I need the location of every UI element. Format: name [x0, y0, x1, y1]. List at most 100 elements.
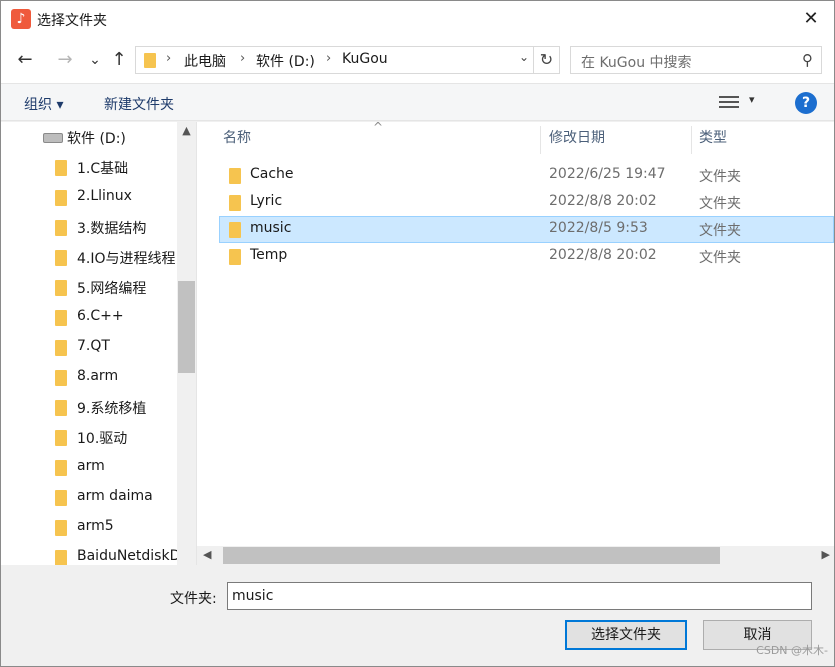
sidebar-item-label: 5.网络编程 [77, 281, 147, 297]
folder-icon [55, 430, 67, 446]
file-type: 文件夹 [699, 250, 741, 266]
column-header-date[interactable]: 修改日期 [549, 122, 605, 154]
sidebar-item-folder[interactable]: 2.Llinux [1, 183, 179, 213]
address-bar[interactable]: › 此电脑 › 软件 (D:) › KuGou ⌄ ↻ [135, 46, 560, 74]
window-title: 选择文件夹 [37, 13, 107, 29]
file-list: ^ 名称 修改日期 类型 Cache 2022/6/25 19:47 文件夹 L… [197, 120, 834, 565]
sidebar-item-label: arm5 [77, 518, 114, 534]
title-bar: ♪ 选择文件夹 ✕ [1, 1, 834, 37]
drive-icon [43, 133, 63, 143]
sidebar-item-folder[interactable]: 10.驱动 [1, 423, 179, 453]
scroll-right-icon[interactable]: ▶ [822, 548, 830, 561]
sidebar-item-folder[interactable]: 8.arm [1, 363, 179, 393]
file-type: 文件夹 [699, 196, 741, 212]
sidebar-item-folder[interactable]: BaiduNetdiskDownload [1, 543, 179, 565]
list-horizontal-scrollbar[interactable]: ◀ ▶ [197, 546, 834, 565]
refresh-icon[interactable]: ↻ [533, 47, 559, 73]
view-dropdown-icon[interactable]: ▾ [749, 93, 755, 106]
sidebar-item-drive[interactable]: 软件 (D:) [1, 123, 179, 153]
sidebar-item-label: 3.数据结构 [77, 221, 147, 237]
sidebar-item-folder[interactable]: 1.C基础 [1, 153, 179, 183]
navigation-bar: ← → ⌄ ↑ › 此电脑 › 软件 (D:) › KuGou ⌄ ↻ 在 Ku… [1, 37, 834, 83]
column-header-type[interactable]: 类型 [699, 122, 727, 154]
sidebar-item-folder[interactable]: 6.C++ [1, 303, 179, 333]
folder-icon [55, 490, 67, 506]
folder-icon [55, 550, 67, 565]
sidebar-scrollbar[interactable]: ▲ [177, 122, 196, 565]
sidebar-item-label: arm [77, 458, 105, 474]
select-folder-button[interactable]: 选择文件夹 [565, 620, 687, 650]
view-options-icon[interactable] [719, 93, 739, 111]
search-icon[interactable]: ⚲ [802, 51, 813, 69]
sidebar-item-label: 7.QT [77, 338, 110, 354]
sidebar-item-label: arm daima [77, 488, 153, 504]
folder-icon [55, 250, 67, 266]
file-dialog: ♪ 选择文件夹 ✕ ← → ⌄ ↑ › 此电脑 › 软件 (D:) › KuGo… [0, 0, 835, 667]
toolbar: 组织 ▾ 新建文件夹 ▾ ? [1, 83, 834, 121]
folder-icon [55, 370, 67, 386]
watermark: CSDN @木木- [756, 644, 828, 657]
sidebar-item-label: BaiduNetdiskDownload [77, 548, 179, 564]
close-button[interactable]: ✕ [788, 1, 834, 37]
sidebar-item-label: 9.系统移植 [77, 401, 147, 417]
breadcrumb-this-pc[interactable]: 此电脑 [184, 51, 226, 71]
new-folder-button[interactable]: 新建文件夹 [104, 94, 174, 114]
sidebar-item-folder[interactable]: arm [1, 453, 179, 483]
organize-menu[interactable]: 组织 ▾ [24, 94, 63, 114]
music-app-icon: ♪ [11, 9, 31, 29]
folder-icon [55, 400, 67, 416]
file-type: 文件夹 [699, 169, 741, 185]
forward-arrow-icon[interactable]: → [53, 49, 77, 73]
sidebar-item-label: 4.IO与进程线程 [77, 251, 176, 267]
scrollbar-thumb[interactable] [223, 547, 720, 564]
file-date: 2022/6/25 19:47 [549, 166, 666, 182]
sidebar-item-folder[interactable]: 7.QT [1, 333, 179, 363]
scroll-up-icon[interactable]: ▲ [177, 124, 196, 137]
sort-ascending-icon: ^ [373, 120, 384, 134]
file-name: music [250, 220, 292, 236]
navigation-pane: 软件 (D:) 1.C基础 2.Llinux 3.数据结构 4.IO与进程线程 … [1, 122, 197, 565]
sidebar-item-folder[interactable]: arm5 [1, 513, 179, 543]
folder-name-input[interactable] [227, 582, 812, 610]
column-divider[interactable] [691, 126, 692, 154]
sidebar-item-folder[interactable]: 5.网络编程 [1, 273, 179, 303]
back-arrow-icon[interactable]: ← [13, 49, 37, 73]
breadcrumb-drive[interactable]: 软件 (D:) [256, 51, 315, 71]
file-row-selected[interactable]: music 2022/8/5 9:53 文件夹 [219, 216, 834, 243]
file-row[interactable]: Temp 2022/8/8 20:02 文件夹 [219, 243, 834, 270]
sidebar-item-folder[interactable]: 4.IO与进程线程 [1, 243, 179, 273]
sidebar-item-label: 6.C++ [77, 308, 124, 324]
folder-icon [229, 168, 241, 184]
folder-icon [229, 195, 241, 211]
search-box[interactable]: 在 KuGou 中搜索 ⚲ [570, 46, 822, 74]
sidebar-item-label: 1.C基础 [77, 161, 129, 177]
folder-icon [229, 249, 241, 265]
breadcrumb-separator: › [166, 51, 172, 66]
search-input[interactable]: 在 KuGou 中搜索 [581, 52, 692, 72]
file-row[interactable]: Lyric 2022/8/8 20:02 文件夹 [219, 189, 834, 216]
folder-icon [55, 310, 67, 326]
scroll-left-icon[interactable]: ◀ [203, 548, 211, 561]
up-arrow-icon[interactable]: ↑ [107, 49, 131, 73]
folder-icon [55, 190, 67, 206]
help-icon[interactable]: ? [795, 92, 817, 114]
breadcrumb-kugou[interactable]: KuGou [342, 51, 388, 67]
sidebar-item-label: 10.驱动 [77, 431, 128, 447]
history-dropdown-icon[interactable]: ⌄ [83, 49, 107, 73]
column-header-name[interactable]: 名称 [223, 122, 251, 154]
file-name: Lyric [250, 193, 283, 209]
folder-icon [144, 53, 156, 68]
scrollbar-thumb[interactable] [178, 281, 195, 373]
column-divider[interactable] [540, 126, 541, 154]
breadcrumb-separator: › [326, 51, 332, 66]
file-row[interactable]: Cache 2022/6/25 19:47 文件夹 [219, 162, 834, 189]
sidebar-item-label: 2.Llinux [77, 188, 132, 204]
address-dropdown-icon[interactable]: ⌄ [519, 50, 529, 64]
sidebar-item-folder[interactable]: 3.数据结构 [1, 213, 179, 243]
sidebar-item-folder[interactable]: 9.系统移植 [1, 393, 179, 423]
folder-icon [55, 160, 67, 176]
folder-label: 文件夹: [170, 591, 217, 607]
file-name: Cache [250, 166, 294, 182]
folder-icon [55, 280, 67, 296]
sidebar-item-folder[interactable]: arm daima [1, 483, 179, 513]
